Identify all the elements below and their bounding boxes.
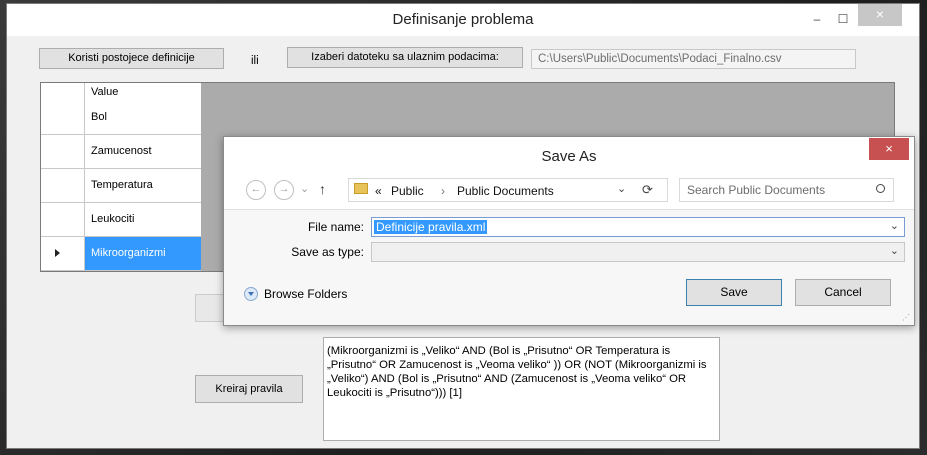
breadcrumb-separator-icon: › <box>441 184 445 198</box>
folder-icon <box>354 183 368 194</box>
dialog-title: Save As <box>541 148 597 165</box>
search-placeholder: Search Public Documents <box>687 183 826 197</box>
breadcrumb-prefix: « <box>375 184 382 198</box>
row-header[interactable] <box>41 169 85 202</box>
resize-grip-icon[interactable]: ⋰ <box>902 313 910 322</box>
main-titlebar: Definisanje problema – ☐ × <box>7 4 919 36</box>
grid-row[interactable]: Bol <box>41 101 201 135</box>
grid-cell[interactable]: Bol <box>91 111 107 123</box>
file-name-input[interactable]: Definicije pravila.xml ⌄ <box>371 217 905 237</box>
cancel-button[interactable]: Cancel <box>795 279 891 306</box>
row-header[interactable] <box>41 101 85 134</box>
value-column-header[interactable]: Value <box>91 86 118 98</box>
dialog-titlebar: Save As × <box>224 137 914 171</box>
save-button[interactable]: Save <box>686 279 782 306</box>
browse-folders-toggle[interactable]: Browse Folders <box>244 287 347 301</box>
grid-cell[interactable]: Zamucenost <box>91 145 152 157</box>
refresh-icon[interactable]: ⟳ <box>642 182 653 198</box>
browse-folders-label: Browse Folders <box>264 287 348 301</box>
file-name-value: Definicije pravila.xml <box>374 220 488 234</box>
breadcrumb-public-documents[interactable]: Public Documents <box>457 184 554 198</box>
maximize-button[interactable]: ☐ <box>830 9 856 31</box>
breadcrumb-public[interactable]: Public <box>391 184 424 198</box>
minimize-button[interactable]: – <box>804 9 830 31</box>
back-arrow-icon[interactable]: ← <box>246 180 266 200</box>
grid-cell[interactable]: Leukociti <box>91 213 134 225</box>
rules-output-textbox[interactable]: (Mikroorganizmi is „Veliko“ AND (Bol is … <box>323 337 720 441</box>
address-bar[interactable]: « Public › Public Documents ⌄ ⟳ <box>348 178 668 202</box>
row-header[interactable] <box>41 135 85 168</box>
dialog-navigation-bar: ← → ⌄ ↑ « Public › Public Documents ⌄ ⟳ … <box>224 171 914 210</box>
grid-row[interactable]: Zamucenost <box>41 135 201 169</box>
current-row-arrow-icon <box>55 249 60 257</box>
save-type-select[interactable]: ⌄ <box>371 242 905 262</box>
row-header[interactable] <box>41 237 85 270</box>
forward-arrow-icon[interactable]: → <box>274 180 294 200</box>
row-header[interactable] <box>41 203 85 236</box>
main-close-button[interactable]: × <box>858 4 902 26</box>
use-existing-definitions-button[interactable]: Koristi postojece definicije <box>39 48 224 69</box>
create-rules-button[interactable]: Kreiraj pravila <box>195 375 303 403</box>
main-window-title: Definisanje problema <box>392 11 534 28</box>
grid-row[interactable]: Leukociti <box>41 203 201 237</box>
search-icon[interactable] <box>876 184 885 193</box>
save-type-dropdown-chevron-icon[interactable]: ⌄ <box>890 244 899 257</box>
grid-row[interactable]: Temperatura <box>41 169 201 203</box>
choose-input-file-button[interactable]: Izaberi datoteku sa ulaznim podacima: <box>287 47 523 68</box>
save-as-dialog: Save As × ← → ⌄ ↑ « Public › Public Docu… <box>223 136 915 326</box>
grid-cell: Mikroorganizmi <box>91 247 166 259</box>
dialog-close-button[interactable]: × <box>869 138 909 160</box>
save-type-label: Save as type: <box>291 245 364 259</box>
up-arrow-icon[interactable]: ↑ <box>319 181 326 197</box>
search-input[interactable]: Search Public Documents <box>679 178 894 202</box>
expand-chevron-icon <box>244 287 258 301</box>
recent-locations-chevron-icon[interactable]: ⌄ <box>300 182 309 195</box>
file-path-field[interactable]: C:\Users\Public\Documents\Podaci_Finalno… <box>531 49 856 69</box>
grid-corner-header <box>41 83 85 101</box>
selected-cell[interactable]: Mikroorganizmi <box>85 237 201 270</box>
or-label: ili <box>251 55 259 67</box>
grid-row-selected[interactable]: Mikroorganizmi <box>41 237 201 271</box>
file-name-dropdown-chevron-icon[interactable]: ⌄ <box>890 219 899 232</box>
file-name-label: File name: <box>307 220 364 234</box>
address-dropdown-chevron-icon[interactable]: ⌄ <box>617 182 626 195</box>
grid-header: Value <box>41 83 201 102</box>
grid-cell[interactable]: Temperatura <box>91 179 153 191</box>
